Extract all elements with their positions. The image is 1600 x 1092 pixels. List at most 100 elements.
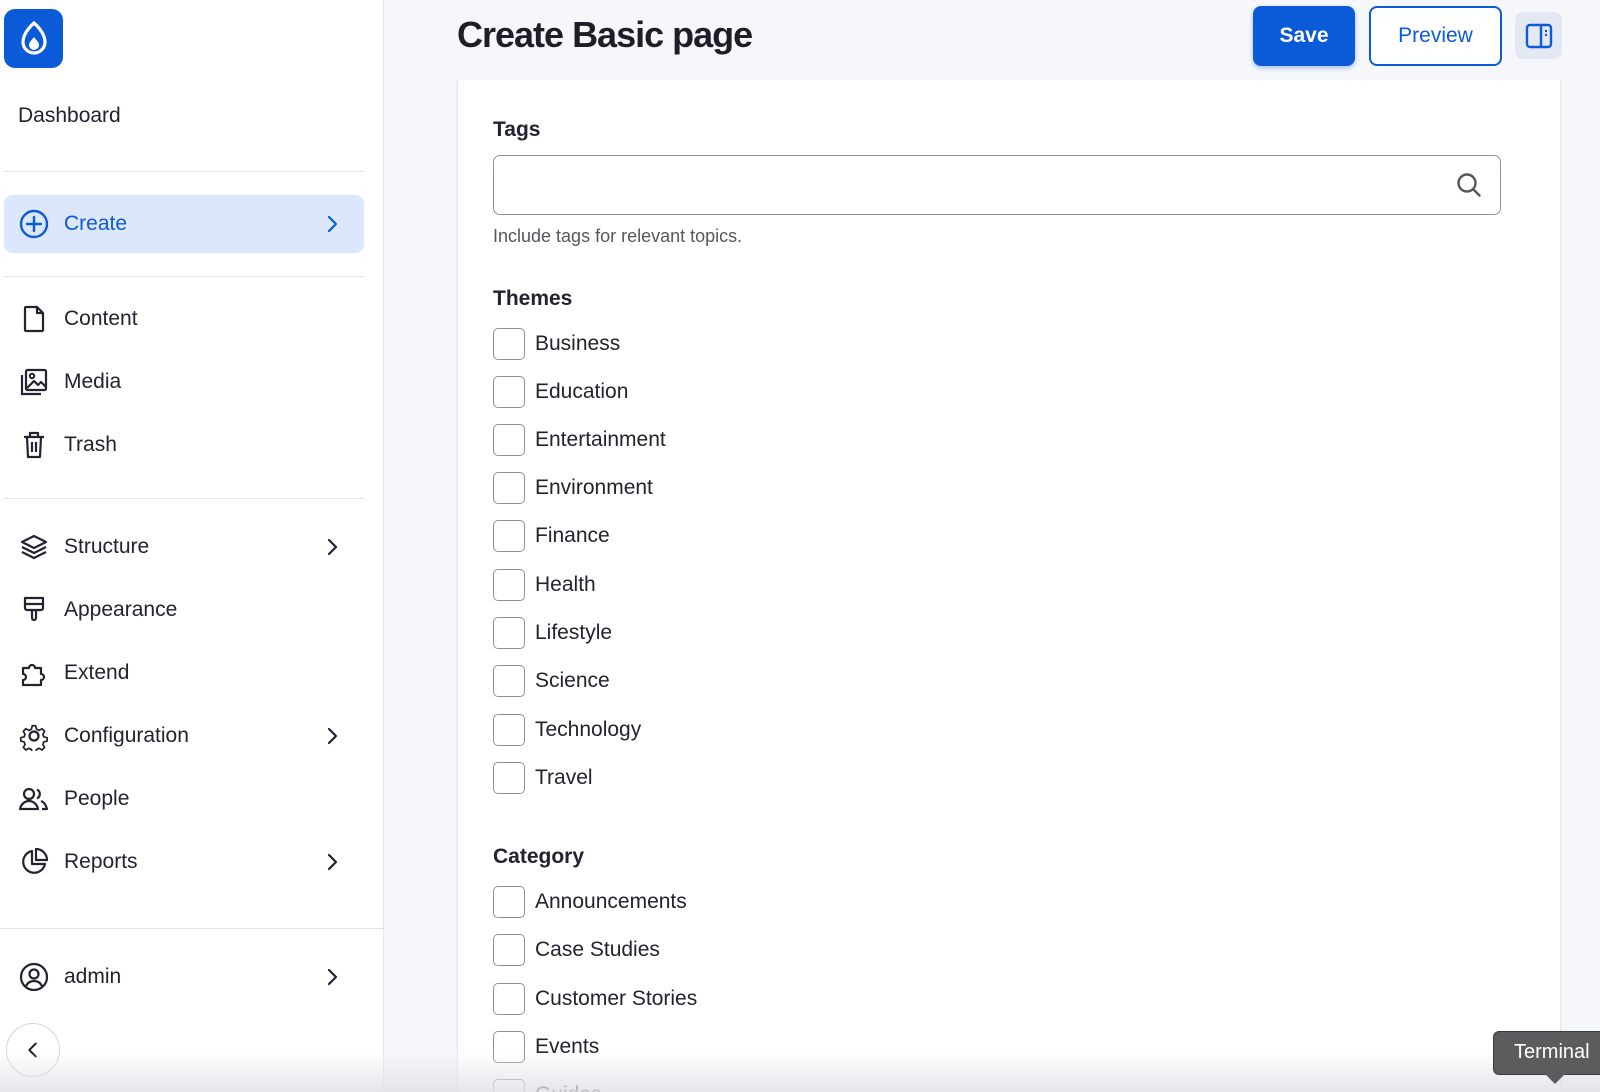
checkbox-item[interactable]: Business (493, 328, 620, 360)
checkbox-item[interactable]: Science (493, 665, 610, 697)
checkbox[interactable] (493, 328, 525, 360)
checkbox-item[interactable]: Events (493, 1031, 599, 1063)
checkbox-label: Environment (535, 476, 653, 499)
tags-help-text: Include tags for relevant topics. (493, 226, 743, 246)
sidebar-item-people[interactable]: People (4, 770, 364, 828)
tooltip-arrow (1545, 1074, 1565, 1084)
sidebar-item-label: Structure (64, 535, 150, 558)
sidebar-panel-icon (1525, 23, 1552, 48)
sidebar-divider (4, 276, 364, 277)
sidebar-item-label: Reports (64, 850, 138, 873)
people-icon (18, 783, 50, 815)
sidebar-item-create[interactable]: Create (4, 195, 364, 253)
sidebar-item-structure[interactable]: Structure (4, 518, 364, 576)
chevron-right-icon (327, 968, 338, 986)
sidebar-item-label: Extend (64, 661, 130, 684)
checkbox-label: Events (535, 1035, 600, 1058)
checkbox[interactable] (493, 520, 525, 552)
chevron-right-icon (327, 215, 338, 233)
checkbox-item[interactable]: Environment (493, 472, 653, 504)
sidebar-item-label: Configuration (64, 724, 189, 747)
checkbox[interactable] (493, 569, 525, 601)
page-title: Create Basic page (457, 14, 753, 55)
preview-button[interactable]: Preview (1369, 6, 1502, 66)
search-icon[interactable] (1455, 171, 1483, 199)
themes-label: Themes (493, 287, 573, 310)
sidebar-item-label: Trash (64, 433, 117, 456)
user-circle-icon (18, 961, 50, 993)
checkbox-label: Announcements (535, 890, 687, 913)
checkbox-label: Case Studies (535, 938, 660, 961)
checkbox-label: Lifestyle (535, 621, 613, 644)
sidebar-item-content[interactable]: Content (4, 290, 364, 348)
drupal-drop-icon (20, 20, 47, 55)
checkbox[interactable] (493, 762, 525, 794)
sidebar-item-label: Appearance (64, 598, 178, 621)
sidebar-item-trash[interactable]: Trash (4, 416, 364, 474)
sidebar-item-label: Media (64, 370, 122, 393)
checkbox-item[interactable]: Health (493, 569, 596, 601)
checkbox[interactable] (493, 983, 525, 1015)
collapse-sidebar-button[interactable] (6, 1023, 60, 1077)
sidebar-item-appearance[interactable]: Appearance (4, 581, 364, 639)
pie-chart-icon (18, 846, 50, 878)
checkbox[interactable] (493, 886, 525, 918)
sidebar-item-label: admin (64, 965, 122, 988)
puzzle-icon (18, 657, 50, 689)
checkbox-label: Finance (535, 524, 610, 547)
toggle-sidebar-panel-button[interactable] (1515, 12, 1562, 59)
checkbox-label: Travel (535, 766, 593, 789)
tags-field (493, 155, 1501, 215)
chevron-left-icon (28, 1042, 37, 1058)
checkbox[interactable] (493, 617, 525, 649)
checkbox[interactable] (493, 934, 525, 966)
checkbox[interactable] (493, 1031, 525, 1063)
sidebar-divider (4, 498, 364, 499)
sidebar-divider (0, 928, 384, 929)
checkbox-item[interactable]: Finance (493, 520, 610, 552)
checkbox-item[interactable]: Lifestyle (493, 617, 612, 649)
checkbox-item[interactable]: Technology (493, 714, 641, 746)
terminal-tooltip: Terminal (1493, 1031, 1600, 1075)
checkbox[interactable] (493, 714, 525, 746)
drupal-logo[interactable] (4, 9, 63, 68)
checkbox-label: Guides (535, 1083, 602, 1092)
checkbox[interactable] (493, 376, 525, 408)
sidebar-item-user[interactable]: admin (4, 948, 364, 1006)
sidebar-item-label: Create (64, 212, 128, 235)
checkbox-label: Business (535, 332, 621, 355)
checkbox-label: Customer Stories (535, 987, 698, 1010)
checkbox-label: Entertainment (535, 428, 666, 451)
sidebar-item-label: Content (64, 307, 138, 330)
checkbox[interactable] (493, 472, 525, 504)
checkbox-label: Science (535, 669, 610, 692)
checkbox-item[interactable]: Customer Stories (493, 983, 697, 1015)
checkbox-item[interactable]: Travel (493, 762, 593, 794)
checkbox-label: Health (535, 573, 596, 596)
chevron-right-icon (327, 853, 338, 871)
checkbox-item[interactable]: Education (493, 376, 628, 408)
chevron-right-icon (327, 538, 338, 556)
sidebar-item-extend[interactable]: Extend (4, 644, 364, 702)
checkbox[interactable] (493, 424, 525, 456)
sidebar-item-configuration[interactable]: Configuration (4, 707, 364, 765)
checkbox[interactable] (493, 1079, 525, 1092)
checkbox-label: Education (535, 380, 629, 403)
tags-label: Tags (493, 118, 541, 141)
sidebar-item-media[interactable]: Media (4, 353, 364, 411)
sidebar-item-reports[interactable]: Reports (4, 833, 364, 891)
checkbox-item[interactable]: Announcements (493, 886, 687, 918)
sidebar-item-dashboard[interactable]: Dashboard (18, 104, 121, 128)
checkbox-label: Technology (535, 718, 642, 741)
checkbox[interactable] (493, 665, 525, 697)
checkbox-item[interactable]: Case Studies (493, 934, 660, 966)
paintbrush-icon (18, 594, 50, 626)
image-icon (18, 366, 50, 398)
tags-input[interactable] (493, 155, 1501, 215)
chevron-right-icon (327, 727, 338, 745)
layers-icon (18, 531, 50, 563)
sidebar-item-label: People (64, 787, 130, 810)
checkbox-item[interactable]: Guides (493, 1079, 602, 1092)
save-button[interactable]: Save (1253, 6, 1355, 66)
checkbox-item[interactable]: Entertainment (493, 424, 666, 456)
